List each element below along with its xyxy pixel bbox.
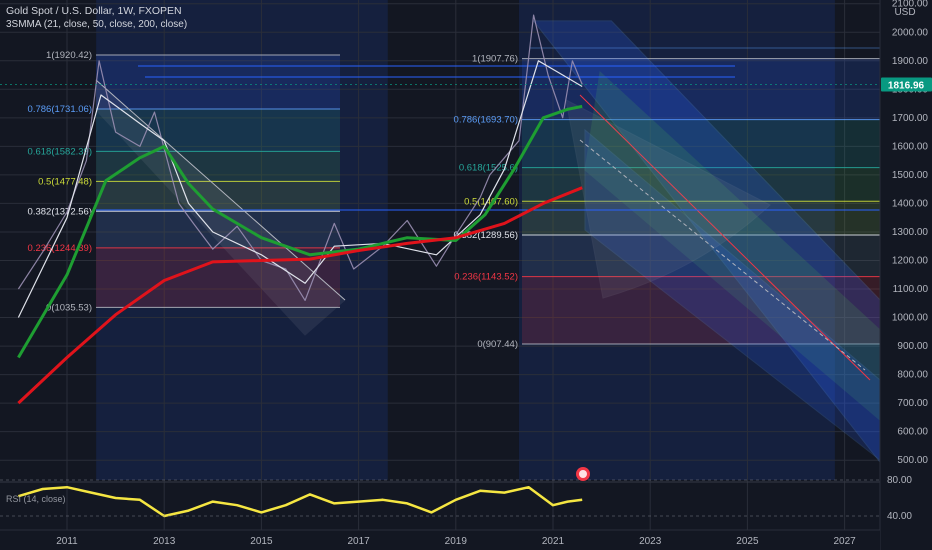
price-tick-label: 800.00 <box>897 370 928 381</box>
price-tick-label: 1200.00 <box>892 255 929 266</box>
rsi-legend: RSI (14, close) <box>6 494 66 504</box>
fib-left-level-label: 0.786(1731.06) <box>28 104 92 115</box>
fib-left-level-label: 0.382(1372.56) <box>28 206 92 217</box>
price-tick-label: 1400.00 <box>892 198 929 209</box>
fib-right-level-label: 0.236(1143.52) <box>454 272 518 283</box>
fib-left-zone <box>96 54 340 109</box>
price-tick-label: 1600.00 <box>892 141 929 152</box>
time-tick-label: 2021 <box>542 536 565 547</box>
indicator-legend: 3SMMA (21, close, 50, close, 200, close) <box>6 19 188 30</box>
price-tick-label: 1900.00 <box>892 56 929 67</box>
price-tick-label: 2000.00 <box>892 27 929 38</box>
price-tick-label: 500.00 <box>897 455 928 466</box>
time-tick-label: 2027 <box>833 536 856 547</box>
chart-title: Gold Spot / U.S. Dollar, 1W, FXOPEN <box>6 5 182 17</box>
time-tick-label: 2025 <box>736 536 759 547</box>
fib-left-zone <box>96 151 340 182</box>
time-tick-label: 2013 <box>153 536 176 547</box>
time-tick-label: 2019 <box>445 536 468 547</box>
fib-left-level-label: 0.236(1244.39) <box>28 243 92 254</box>
rsi-tick-label: 40.00 <box>887 511 912 522</box>
price-tick-label: 700.00 <box>897 398 928 409</box>
price-tick-label: 1300.00 <box>892 227 929 238</box>
price-tick-label: 900.00 <box>897 341 928 352</box>
time-tick-label: 2017 <box>347 536 370 547</box>
price-tick-label: 1100.00 <box>893 284 929 295</box>
price-tick-label: 600.00 <box>897 427 928 438</box>
time-tick-label: 2011 <box>56 536 78 547</box>
price-tick-label: 1700.00 <box>892 113 929 124</box>
fib-left-level-label: 0.618(1582.39) <box>28 146 92 157</box>
economic-event-flag-inner <box>579 470 587 478</box>
fib-left-level-label: 1(1920.42) <box>46 50 92 61</box>
fib-right-level-label: 0(907.44) <box>477 339 518 350</box>
fib-right-level-label: 0.786(1693.70) <box>454 115 518 126</box>
fib-right-level-label: 1(1907.76) <box>472 54 518 65</box>
price-tick-label: 1500.00 <box>892 170 929 181</box>
fib-right-level-label: 0.618(1525.6) <box>459 163 518 174</box>
time-tick-label: 2015 <box>250 536 273 547</box>
fib-left-level-label: 0.5(1477.48) <box>38 176 92 187</box>
fib-left-level-label: 0(1035.53) <box>46 302 92 313</box>
time-tick-label: 2023 <box>639 536 662 547</box>
price-tick-label: 2100.00 <box>892 0 929 10</box>
price-tick-label: 1000.00 <box>892 313 929 324</box>
rsi-tick-label: 80.00 <box>887 475 912 486</box>
series-rsi <box>18 485 583 518</box>
chart-canvas: 1(1920.42) 0.786(1731.06) 0.618(1582.39) 0.… <box>0 0 932 550</box>
last-price-value: 1816.96 <box>888 80 925 91</box>
